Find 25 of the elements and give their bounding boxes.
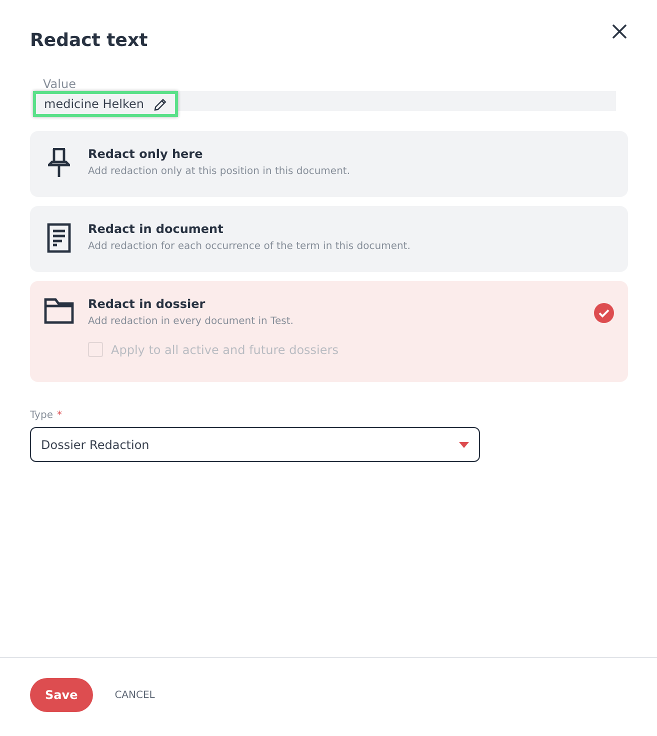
required-mark: * (56, 410, 62, 421)
value-label: Value (43, 77, 77, 91)
pushpin-icon (48, 148, 70, 178)
checkbox-label: Apply to all active and future dossiers (111, 342, 338, 356)
option-title: Redact in document (88, 222, 224, 236)
option-card[interactable]: Redact only here Add redaction only at this position in this document. (30, 131, 628, 197)
caret-icon (459, 442, 469, 448)
option-description: Add redaction only at this position in this document. (88, 166, 352, 177)
close-icon (610, 22, 628, 40)
pencil-icon (154, 98, 168, 110)
type-select[interactable]: Dossier Redaction (30, 427, 480, 462)
document-icon (47, 223, 71, 253)
save-button[interactable]: Save (30, 678, 93, 712)
folder-icon (44, 298, 74, 324)
value-field[interactable]: medicine Helken (33, 91, 178, 117)
option-title: Redact only here (88, 147, 204, 161)
option-description: Add redaction for each occurrence of the term in this document. (88, 241, 412, 252)
option-card[interactable]: Redact in document Add redaction for each occurrence of the term in this document. (30, 206, 628, 272)
option-title: Redact in dossier (88, 297, 206, 311)
option-description: Add redaction in every document in Test. (88, 316, 294, 327)
cancel-button[interactable]: CANCEL (108, 688, 161, 702)
dialog-title: Redact text (30, 30, 148, 51)
check-icon (594, 303, 614, 323)
type-label-text: Type (30, 410, 53, 421)
close-button[interactable] (610, 22, 628, 40)
